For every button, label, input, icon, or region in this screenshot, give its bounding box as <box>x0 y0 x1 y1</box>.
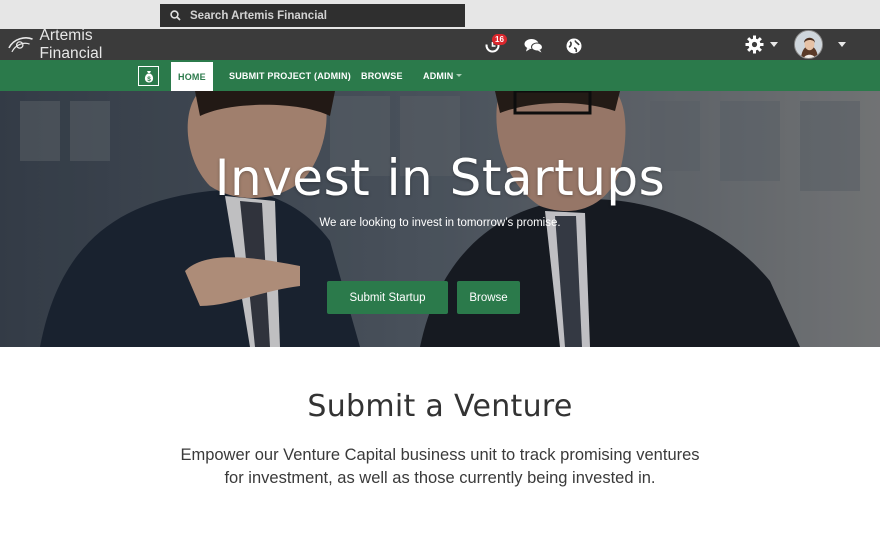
nav-home-label: HOME <box>178 71 206 82</box>
nav-submit-project[interactable]: SUBMIT PROJECT (ADMIN) <box>229 60 351 91</box>
brand-name: Artemis Financial <box>39 26 103 62</box>
gear-icon <box>745 35 764 54</box>
money-bag-icon: $ <box>144 70 153 82</box>
search-icon <box>170 10 181 21</box>
hero-subtitle: We are looking to invest in tomorrow’s p… <box>319 217 561 229</box>
nav-browse[interactable]: BROWSE <box>361 60 403 91</box>
hero-banner: Invest in Startups We are looking to inv… <box>0 91 880 347</box>
messages-button[interactable] <box>524 38 543 53</box>
artemis-logo-icon <box>8 36 33 52</box>
nav-admin-label: ADMIN <box>423 70 454 81</box>
settings-button[interactable] <box>745 35 764 54</box>
profile-caret-icon[interactable] <box>838 42 846 47</box>
hero-title: Invest in Startups <box>214 149 666 207</box>
settings-caret-icon[interactable] <box>770 42 778 47</box>
chat-bubbles-icon <box>524 39 543 53</box>
search-placeholder: Search Artemis Financial <box>190 9 327 22</box>
svg-text:$: $ <box>147 75 151 82</box>
globe-button[interactable] <box>566 38 582 54</box>
search-input[interactable]: Search Artemis Financial <box>160 4 465 27</box>
main-nav: $ HOME SUBMIT PROJECT (ADMIN) BROWSE ADM… <box>0 60 880 91</box>
nav-browse-label: BROWSE <box>361 70 403 81</box>
section-title: Submit a Venture <box>307 389 573 424</box>
avatar[interactable] <box>794 30 823 59</box>
submit-startup-button[interactable]: Submit Startup <box>327 281 448 314</box>
notifications-button[interactable]: 16 <box>484 34 507 54</box>
nav-home-logo[interactable]: $ <box>138 66 159 86</box>
nav-submit-project-label: SUBMIT PROJECT (ADMIN) <box>229 70 351 81</box>
browse-button[interactable]: Browse <box>457 281 520 314</box>
notification-badge: 16 <box>492 34 507 45</box>
chevron-down-icon <box>455 74 462 77</box>
section-description: Empower our Venture Capital business uni… <box>180 446 700 487</box>
nav-home[interactable]: HOME <box>171 62 213 91</box>
brand[interactable]: Artemis Financial <box>0 26 158 62</box>
nav-admin[interactable]: ADMIN <box>423 60 462 91</box>
globe-icon <box>566 38 582 54</box>
